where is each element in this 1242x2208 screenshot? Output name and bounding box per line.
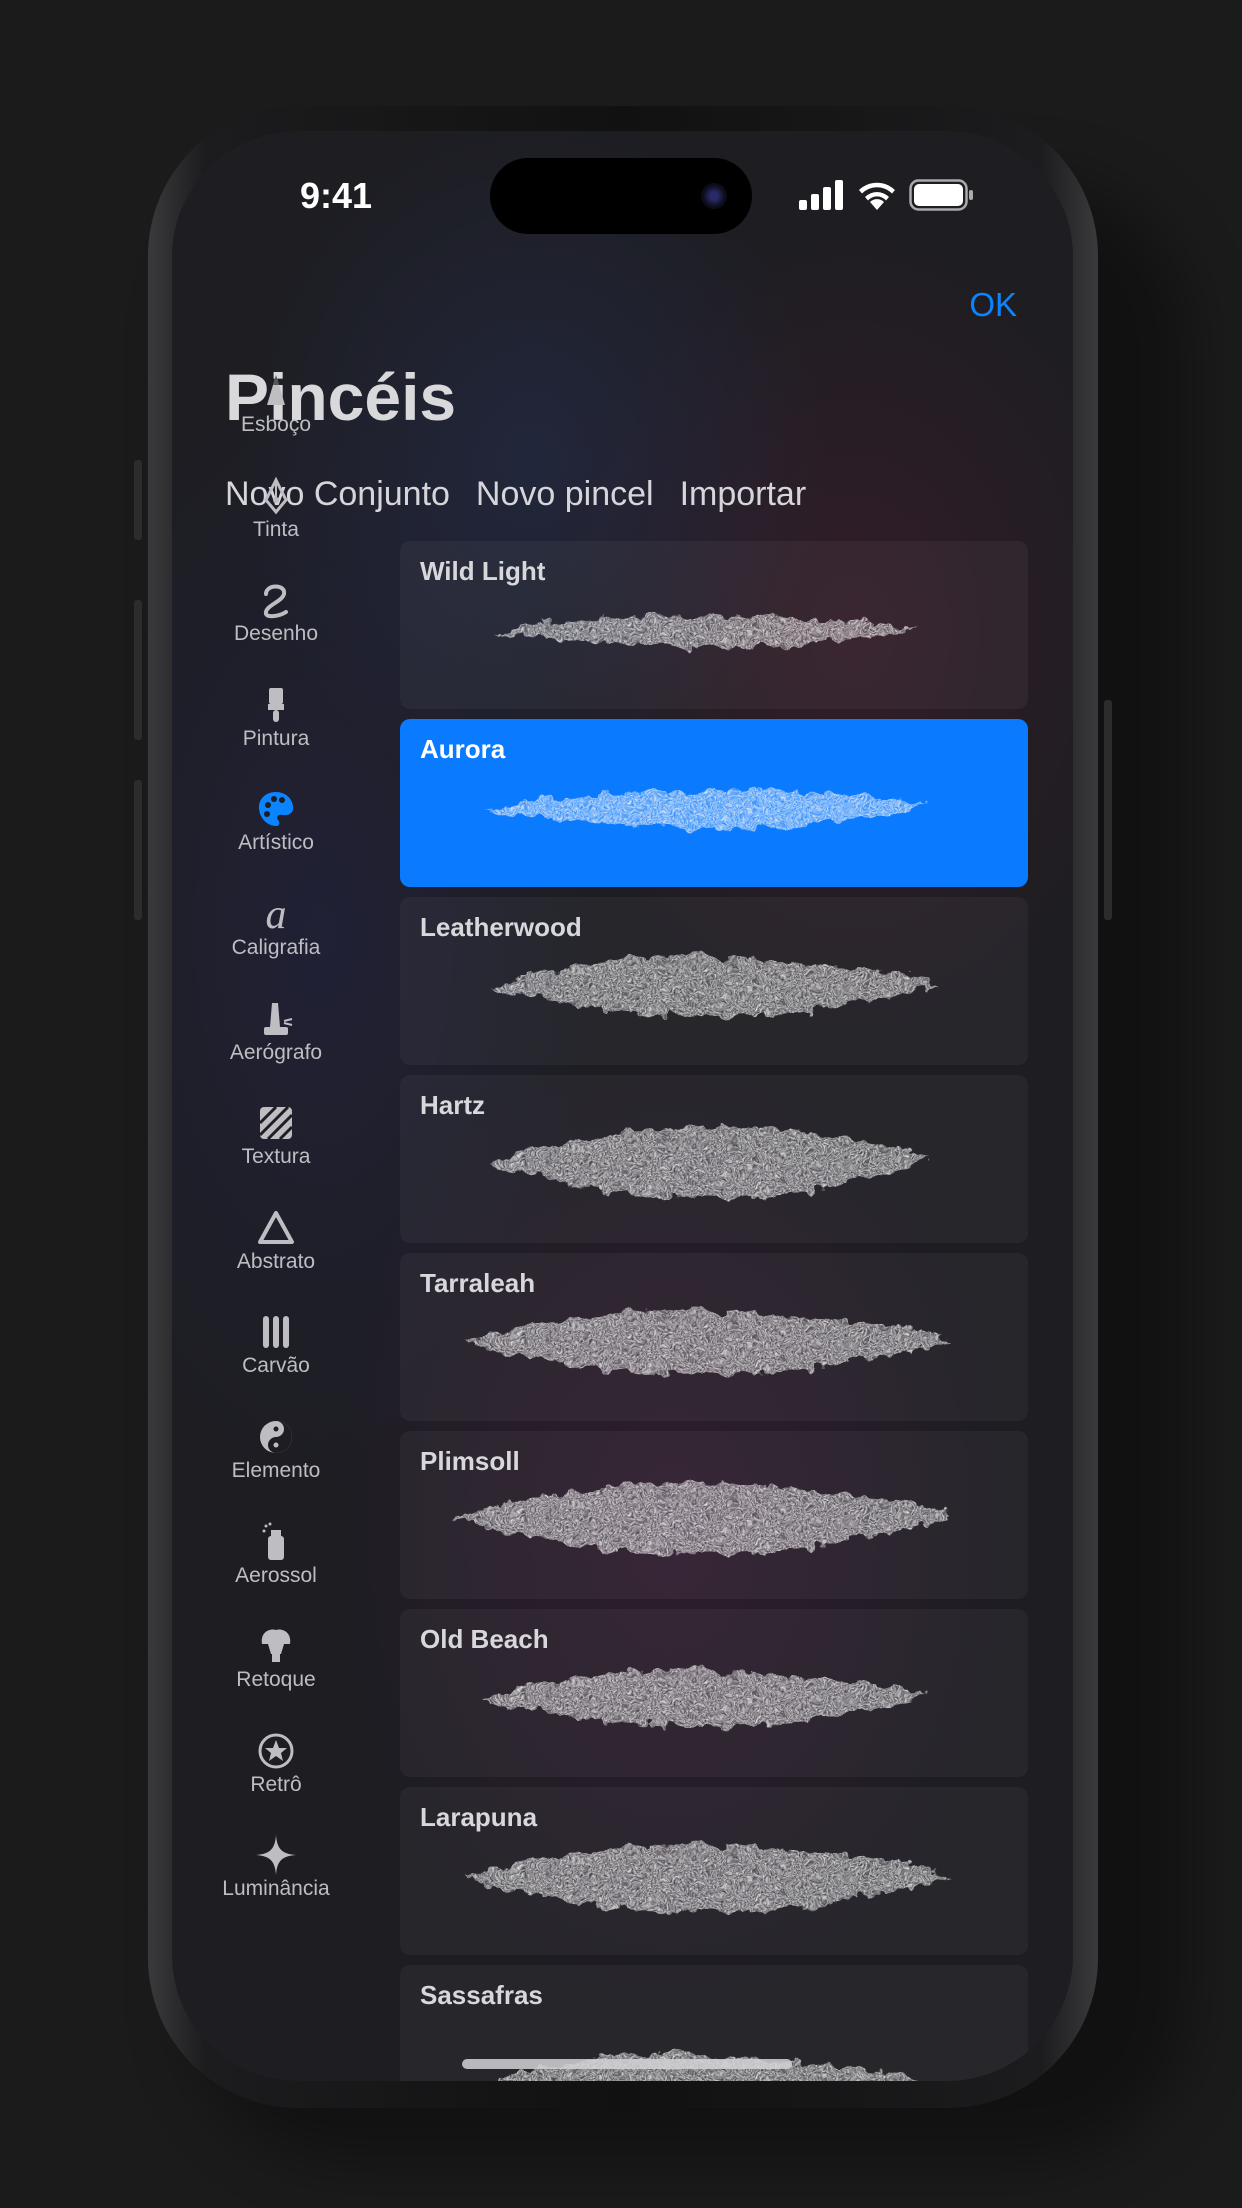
sidebar-item-label: Aerógrafo (229, 1040, 323, 1064)
yin-yang-icon (260, 1421, 292, 1453)
ok-button[interactable]: OK (969, 286, 1017, 324)
texture-icon (258, 1106, 294, 1141)
brush-name: Leatherwood (420, 912, 582, 942)
sidebar-item-elemento[interactable]: Elemento (202, 1417, 350, 1483)
status-icons (799, 179, 975, 211)
brush-name: Old Beach (420, 1624, 549, 1654)
sidebar-item-retoque[interactable]: Retoque (202, 1626, 350, 1692)
sidebar-item-esboco[interactable]: Esboço (202, 371, 350, 437)
import-button[interactable]: Importar (680, 475, 807, 514)
sidebar-item-abstrato[interactable]: Abstrato (202, 1208, 350, 1274)
sidebar-item-label: Retoque (236, 1668, 316, 1692)
sidebar-item-caligrafia[interactable]: a Caligrafia (202, 894, 350, 960)
mute-switch (134, 460, 142, 540)
brush-card-aurora[interactable]: Aurora (400, 719, 1028, 887)
brush-card-old-beach[interactable]: Old Beach (400, 1609, 1028, 1777)
brush-name: Larapuna (420, 1802, 538, 1832)
pen-nib-icon (264, 476, 288, 514)
battery-icon (909, 179, 973, 211)
palette-icon (258, 792, 294, 827)
wifi-icon (859, 182, 895, 210)
new-brush-button[interactable]: Novo pincel (476, 475, 654, 514)
sidebar-item-aerossol[interactable]: Aerossol (202, 1522, 350, 1588)
sidebar-item-label: Carvão (242, 1354, 310, 1378)
sidebar-item-artistico[interactable]: Artístico (202, 789, 350, 855)
brush-name: Tarraleah (420, 1268, 536, 1298)
dynamic-island (490, 158, 752, 234)
pencil-tip-icon (267, 375, 285, 405)
sidebar-item-label: Elemento (231, 1459, 321, 1482)
sidebar-item-luminancia[interactable]: Luminância (202, 1835, 350, 1901)
home-indicator[interactable] (462, 2059, 792, 2069)
brush-stroke-preview (490, 1127, 930, 1199)
brush-card-larapuna[interactable]: Larapuna (400, 1787, 1028, 1955)
sidebar-item-retro[interactable]: Retrô (202, 1731, 350, 1797)
side-button (1104, 700, 1112, 920)
sidebar-item-label: Artístico (238, 831, 314, 855)
charcoal-sticks-icon (263, 1316, 289, 1349)
volume-up-button (134, 600, 142, 740)
brush-name: Aurora (420, 734, 506, 764)
brush-card-tarraleah[interactable]: Tarraleah (400, 1253, 1028, 1421)
sidebar-item-label: Desenho (233, 622, 319, 646)
sidebar-item-label: Esboço (240, 413, 312, 436)
sidebar-item-carvao[interactable]: Carvão (202, 1312, 350, 1378)
star-circle-icon (258, 1733, 294, 1769)
sidebar-item-aerografo[interactable]: Aerógrafo (202, 999, 350, 1065)
brush-card-leatherwood[interactable]: Leatherwood (400, 897, 1028, 1065)
sparkle-icon (256, 1835, 296, 1876)
sidebar-item-label: Abstrato (236, 1249, 316, 1273)
cellular-signal-icon (799, 180, 843, 210)
sidebar-item-label: Pintura (242, 726, 310, 750)
brush-name: Wild Light (420, 556, 546, 586)
status-time: 9:41 (300, 175, 373, 216)
camera-icon (701, 183, 727, 209)
svg-text:a: a (266, 894, 287, 934)
retouch-brush-icon (261, 1629, 291, 1663)
sidebar-item-pintura[interactable]: Pintura (202, 685, 350, 751)
screen: 9:41 OK Pincéis Novo Conjunto Novo pince… (172, 131, 1073, 2081)
sidebar-item-tinta[interactable]: Tinta (202, 476, 350, 542)
sidebar-item-label: Retrô (250, 1772, 302, 1796)
brush-name: Sassafras (420, 1980, 543, 2010)
brush-name: Plimsoll (420, 1446, 520, 1476)
sidebar-item-label: Luminância (222, 1877, 330, 1901)
sidebar-item-label: Tinta (253, 517, 299, 541)
spray-can-icon (262, 1522, 284, 1560)
squiggle-icon (263, 584, 288, 619)
sidebar-item-textura[interactable]: Textura (202, 1103, 350, 1169)
sidebar-item-label: Caligrafia (231, 936, 321, 959)
volume-down-button (134, 780, 142, 920)
triangle-icon (258, 1210, 294, 1244)
sidebar-item-label: Textura (241, 1145, 311, 1169)
brush-card-plimsoll[interactable]: Plimsoll (400, 1431, 1028, 1599)
sidebar-item-desenho[interactable]: Desenho (202, 580, 350, 646)
sidebar-item-label: Aerossol (235, 1563, 317, 1587)
calligraphy-a-icon: a (266, 894, 287, 934)
airbrush-icon (264, 1002, 293, 1035)
brush-name: Hartz (420, 1090, 486, 1120)
brush-card-hartz[interactable]: Hartz (400, 1075, 1028, 1243)
brush-card-wild-light[interactable]: Wild Light (400, 541, 1028, 709)
paintbrush-icon (268, 687, 284, 722)
